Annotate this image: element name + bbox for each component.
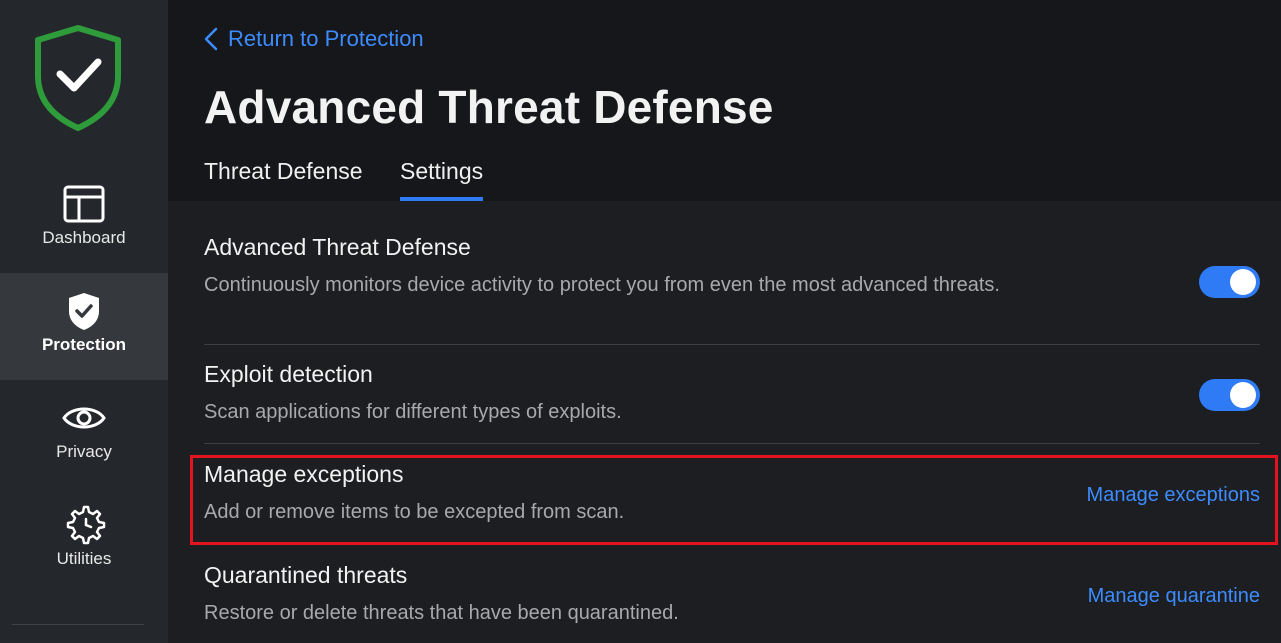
setting-advanced-threat-defense: Advanced Threat Defense Continuously mon… bbox=[204, 234, 1260, 334]
dashboard-icon bbox=[62, 182, 106, 226]
chevron-left-icon bbox=[204, 27, 218, 51]
sidebar-item-protection[interactable]: Protection bbox=[0, 273, 168, 380]
setting-description: Restore or delete threats that have been… bbox=[204, 602, 679, 624]
setting-title: Exploit detection bbox=[204, 361, 373, 387]
advanced-threat-defense-toggle[interactable] bbox=[1199, 266, 1260, 298]
divider bbox=[204, 443, 1260, 444]
page-header: Return to Protection Advanced Threat Def… bbox=[168, 0, 1281, 201]
eye-icon bbox=[62, 396, 106, 440]
divider bbox=[204, 344, 1260, 345]
sidebar-item-label: Protection bbox=[41, 335, 127, 354]
exploit-detection-toggle[interactable] bbox=[1199, 379, 1260, 411]
tab-settings[interactable]: Settings bbox=[400, 158, 484, 201]
sidebar-item-label: Dashboard bbox=[42, 228, 126, 247]
sidebar-item-privacy[interactable]: Privacy bbox=[0, 380, 168, 487]
highlight-box bbox=[190, 455, 1278, 545]
utilities-icon bbox=[62, 503, 106, 547]
sidebar-item-label: Utilities bbox=[56, 549, 112, 568]
sidebar-item-utilities[interactable]: Utilities bbox=[0, 487, 168, 594]
toggle-knob bbox=[1230, 382, 1256, 408]
page-title: Advanced Threat Defense bbox=[204, 81, 774, 133]
sidebar-item-label: Privacy bbox=[56, 442, 112, 461]
setting-description: Scan applications for different types of… bbox=[204, 401, 622, 423]
manage-quarantine-link[interactable]: Manage quarantine bbox=[1088, 585, 1260, 608]
shield-check-icon bbox=[34, 24, 122, 132]
setting-exploit-detection: Exploit detection Scan applications for … bbox=[204, 361, 1260, 431]
shield-icon bbox=[62, 289, 106, 333]
setting-description: Continuously monitors device activity to… bbox=[204, 274, 1000, 296]
setting-title: Advanced Threat Defense bbox=[204, 234, 471, 260]
back-link-label: Return to Protection bbox=[228, 26, 424, 51]
sidebar-item-dashboard[interactable]: Dashboard bbox=[0, 166, 168, 273]
tab-threat-defense[interactable]: Threat Defense bbox=[204, 158, 363, 201]
sidebar: Dashboard Protection Privacy Utilities bbox=[0, 0, 168, 643]
setting-quarantined-threats: Quarantined threats Restore or delete th… bbox=[204, 562, 1260, 632]
sidebar-divider bbox=[12, 624, 144, 625]
toggle-knob bbox=[1230, 269, 1256, 295]
return-to-protection-link[interactable]: Return to Protection bbox=[204, 24, 424, 54]
